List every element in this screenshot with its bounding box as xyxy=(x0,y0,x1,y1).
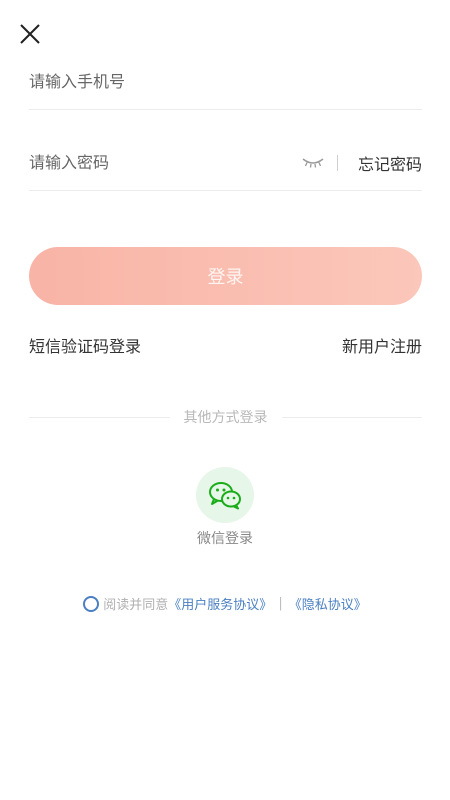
privacy-link[interactable]: 《隐私协议》 xyxy=(289,594,367,613)
phone-input[interactable] xyxy=(29,54,422,109)
terms-link[interactable]: 《用户服务协议》 xyxy=(168,594,272,613)
wechat-login-button[interactable] xyxy=(196,467,254,523)
register-link[interactable]: 新用户注册 xyxy=(342,333,422,357)
field-divider xyxy=(336,154,338,171)
agreement-row: 阅读并同意 《用户服务协议》 | 《隐私协议》 xyxy=(0,594,450,613)
password-input[interactable] xyxy=(29,135,301,190)
agreement-separator: | xyxy=(278,596,283,611)
divider-line-right xyxy=(281,416,422,418)
other-login-title: 其他方式登录 xyxy=(183,410,268,426)
wechat-icon xyxy=(209,482,241,510)
close-icon xyxy=(20,24,40,44)
eye-closed-icon[interactable] xyxy=(301,156,325,170)
phone-field-row xyxy=(29,54,422,110)
login-button[interactable]: 登录 xyxy=(29,247,422,305)
wechat-login-label: 微信登录 xyxy=(197,531,253,547)
other-login-divider: 其他方式登录 xyxy=(29,407,422,427)
agreement-prefix: 阅读并同意 xyxy=(103,598,169,613)
forgot-password-link[interactable]: 忘记密码 xyxy=(358,151,422,175)
divider-line-left xyxy=(29,416,170,418)
sms-login-link[interactable]: 短信验证码登录 xyxy=(29,333,141,357)
agreement-radio[interactable] xyxy=(83,595,100,612)
close-button[interactable] xyxy=(16,20,44,48)
auth-links-row: 短信验证码登录 新用户注册 xyxy=(29,333,422,357)
password-field-row: 忘记密码 xyxy=(29,135,422,191)
